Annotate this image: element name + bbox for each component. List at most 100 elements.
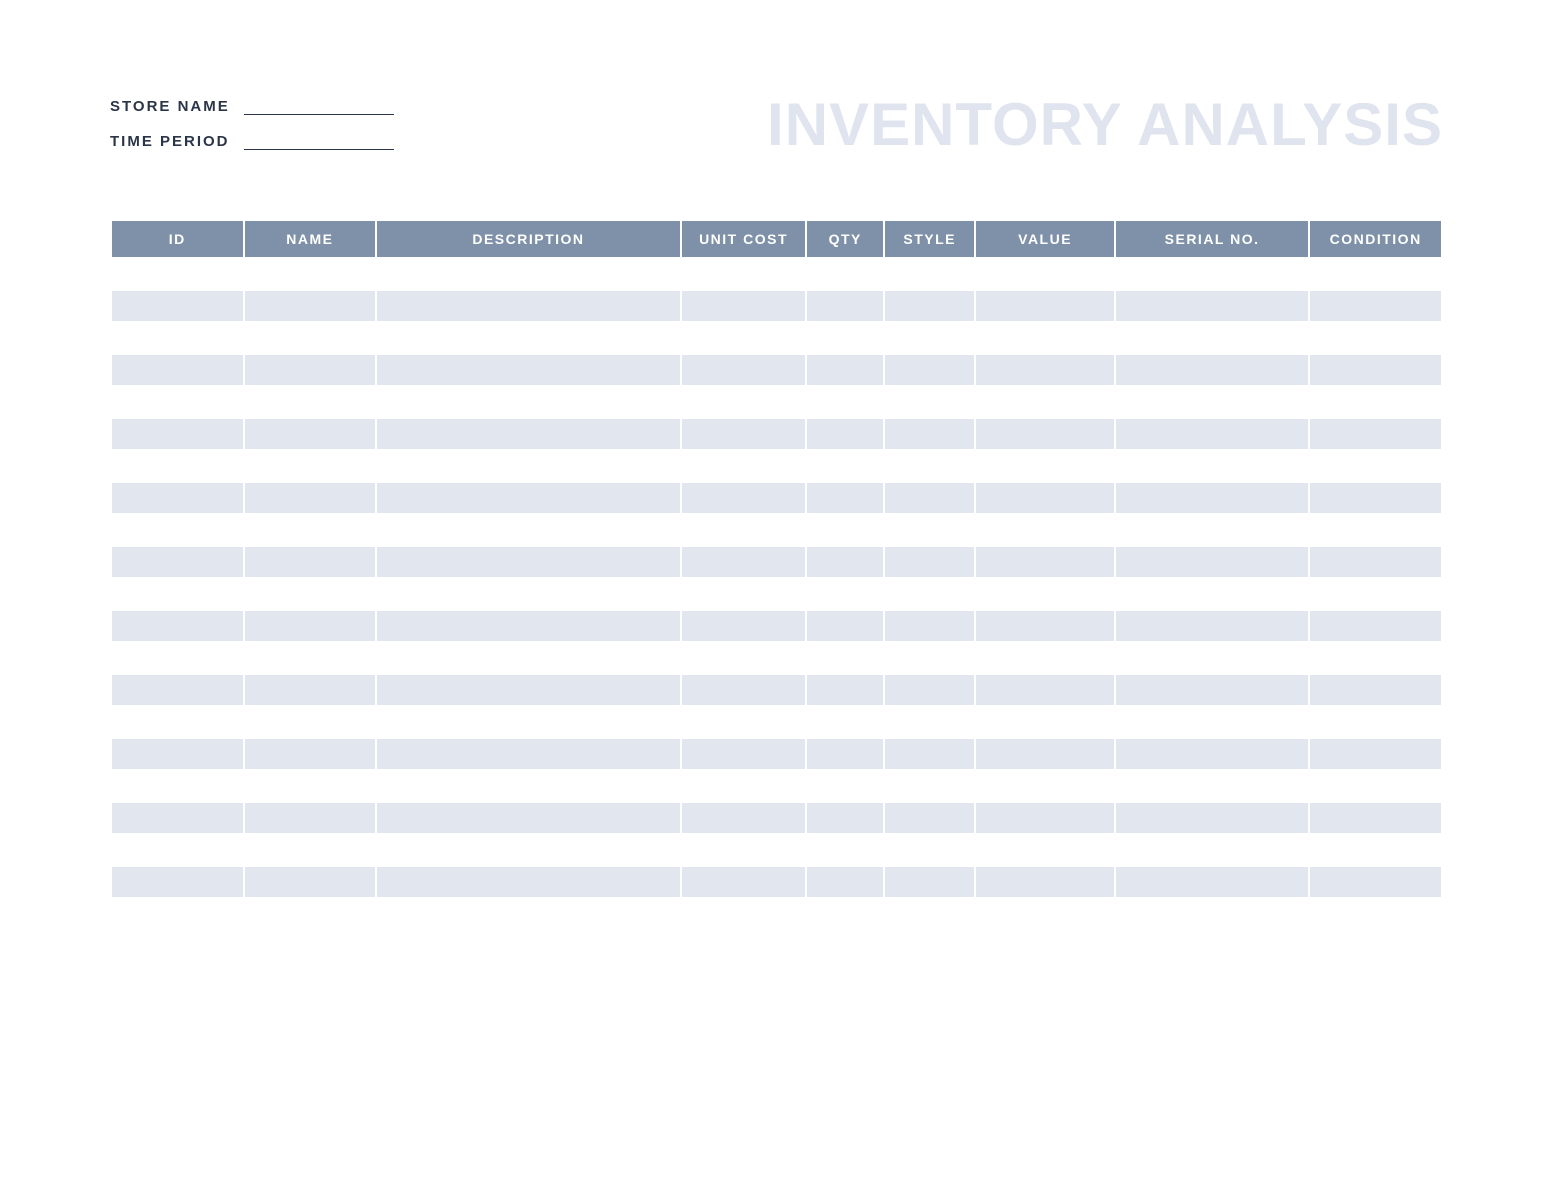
cell-id[interactable] xyxy=(112,355,243,385)
cell-unit_cost[interactable] xyxy=(682,643,806,673)
cell-qty[interactable] xyxy=(807,579,883,609)
cell-qty[interactable] xyxy=(807,515,883,545)
cell-name[interactable] xyxy=(245,771,376,801)
cell-condition[interactable] xyxy=(1310,867,1441,897)
cell-value[interactable] xyxy=(976,483,1113,513)
cell-serial_no[interactable] xyxy=(1116,899,1308,929)
cell-qty[interactable] xyxy=(807,355,883,385)
cell-qty[interactable] xyxy=(807,803,883,833)
cell-unit_cost[interactable] xyxy=(682,675,806,705)
cell-id[interactable] xyxy=(112,547,243,577)
cell-name[interactable] xyxy=(245,419,376,449)
cell-description[interactable] xyxy=(377,707,679,737)
cell-unit_cost[interactable] xyxy=(682,387,806,417)
cell-condition[interactable] xyxy=(1310,451,1441,481)
cell-description[interactable] xyxy=(377,259,679,289)
cell-unit_cost[interactable] xyxy=(682,355,806,385)
cell-serial_no[interactable] xyxy=(1116,387,1308,417)
cell-description[interactable] xyxy=(377,867,679,897)
cell-value[interactable] xyxy=(976,803,1113,833)
cell-style[interactable] xyxy=(885,643,974,673)
cell-style[interactable] xyxy=(885,675,974,705)
cell-value[interactable] xyxy=(976,643,1113,673)
cell-qty[interactable] xyxy=(807,771,883,801)
cell-condition[interactable] xyxy=(1310,579,1441,609)
cell-description[interactable] xyxy=(377,387,679,417)
cell-name[interactable] xyxy=(245,515,376,545)
cell-value[interactable] xyxy=(976,323,1113,353)
cell-condition[interactable] xyxy=(1310,483,1441,513)
cell-condition[interactable] xyxy=(1310,643,1441,673)
cell-serial_no[interactable] xyxy=(1116,771,1308,801)
cell-serial_no[interactable] xyxy=(1116,419,1308,449)
cell-unit_cost[interactable] xyxy=(682,835,806,865)
cell-qty[interactable] xyxy=(807,835,883,865)
cell-serial_no[interactable] xyxy=(1116,707,1308,737)
cell-serial_no[interactable] xyxy=(1116,803,1308,833)
cell-id[interactable] xyxy=(112,899,243,929)
cell-qty[interactable] xyxy=(807,259,883,289)
cell-id[interactable] xyxy=(112,323,243,353)
cell-unit_cost[interactable] xyxy=(682,547,806,577)
cell-name[interactable] xyxy=(245,835,376,865)
cell-name[interactable] xyxy=(245,643,376,673)
cell-description[interactable] xyxy=(377,483,679,513)
cell-condition[interactable] xyxy=(1310,899,1441,929)
cell-style[interactable] xyxy=(885,867,974,897)
cell-description[interactable] xyxy=(377,323,679,353)
cell-description[interactable] xyxy=(377,355,679,385)
cell-unit_cost[interactable] xyxy=(682,707,806,737)
cell-id[interactable] xyxy=(112,259,243,289)
cell-condition[interactable] xyxy=(1310,835,1441,865)
cell-condition[interactable] xyxy=(1310,771,1441,801)
cell-condition[interactable] xyxy=(1310,515,1441,545)
cell-description[interactable] xyxy=(377,803,679,833)
cell-unit_cost[interactable] xyxy=(682,419,806,449)
cell-description[interactable] xyxy=(377,515,679,545)
cell-style[interactable] xyxy=(885,803,974,833)
cell-value[interactable] xyxy=(976,707,1113,737)
cell-id[interactable] xyxy=(112,643,243,673)
cell-value[interactable] xyxy=(976,259,1113,289)
cell-style[interactable] xyxy=(885,355,974,385)
cell-serial_no[interactable] xyxy=(1116,355,1308,385)
cell-style[interactable] xyxy=(885,707,974,737)
cell-id[interactable] xyxy=(112,739,243,769)
cell-qty[interactable] xyxy=(807,387,883,417)
cell-qty[interactable] xyxy=(807,675,883,705)
cell-unit_cost[interactable] xyxy=(682,291,806,321)
cell-serial_no[interactable] xyxy=(1116,483,1308,513)
cell-serial_no[interactable] xyxy=(1116,675,1308,705)
cell-id[interactable] xyxy=(112,419,243,449)
cell-style[interactable] xyxy=(885,771,974,801)
cell-description[interactable] xyxy=(377,771,679,801)
cell-value[interactable] xyxy=(976,547,1113,577)
cell-condition[interactable] xyxy=(1310,675,1441,705)
cell-style[interactable] xyxy=(885,259,974,289)
cell-id[interactable] xyxy=(112,803,243,833)
cell-style[interactable] xyxy=(885,387,974,417)
cell-qty[interactable] xyxy=(807,323,883,353)
cell-unit_cost[interactable] xyxy=(682,899,806,929)
cell-qty[interactable] xyxy=(807,291,883,321)
cell-id[interactable] xyxy=(112,835,243,865)
cell-qty[interactable] xyxy=(807,547,883,577)
cell-unit_cost[interactable] xyxy=(682,739,806,769)
cell-description[interactable] xyxy=(377,675,679,705)
cell-description[interactable] xyxy=(377,451,679,481)
cell-unit_cost[interactable] xyxy=(682,515,806,545)
cell-name[interactable] xyxy=(245,451,376,481)
cell-description[interactable] xyxy=(377,835,679,865)
cell-name[interactable] xyxy=(245,611,376,641)
cell-serial_no[interactable] xyxy=(1116,739,1308,769)
cell-serial_no[interactable] xyxy=(1116,867,1308,897)
time-period-input-line[interactable] xyxy=(244,134,394,150)
cell-condition[interactable] xyxy=(1310,803,1441,833)
cell-condition[interactable] xyxy=(1310,611,1441,641)
cell-value[interactable] xyxy=(976,771,1113,801)
cell-id[interactable] xyxy=(112,675,243,705)
cell-style[interactable] xyxy=(885,323,974,353)
cell-id[interactable] xyxy=(112,707,243,737)
cell-style[interactable] xyxy=(885,579,974,609)
cell-qty[interactable] xyxy=(807,867,883,897)
